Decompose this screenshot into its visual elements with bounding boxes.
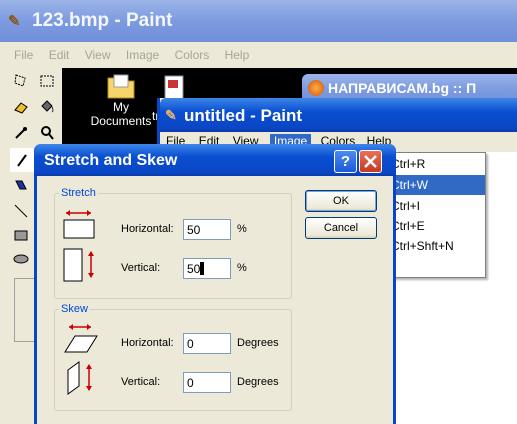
skew-vertical-field[interactable]: 0 — [183, 372, 231, 393]
airbrush-icon[interactable] — [10, 174, 32, 196]
menu-item-shortcut[interactable]: Ctrl+E — [391, 219, 425, 233]
skew-vertical-unit: Degrees — [237, 376, 279, 388]
close-button[interactable] — [359, 150, 382, 173]
skew-horizontal-label: Horizontal: — [121, 337, 174, 349]
paint-bg-title: 123.bmp - Paint — [32, 10, 173, 31]
stretch-horizontal-icon — [63, 208, 97, 243]
menu-colors[interactable]: Colors — [175, 48, 210, 62]
ellipse-icon[interactable] — [10, 248, 32, 270]
paint-bg-titlebar[interactable]: ✎ 123.bmp - Paint — [0, 0, 517, 42]
rectangle-icon[interactable] — [10, 224, 32, 246]
skew-vertical-label: Vertical: — [121, 376, 161, 388]
skew-vertical-icon — [65, 360, 105, 399]
folder-icon — [107, 74, 135, 99]
paint-bg-app-icon: ✎ — [8, 13, 21, 30]
menu-file[interactable]: File — [14, 48, 33, 62]
paint-fg-app-icon: ✎ — [165, 107, 177, 123]
skew-horizontal-icon — [63, 322, 99, 357]
stretch-skew-dialog: Stretch and Skew ? Stretch Horizontal: 5… — [34, 144, 396, 424]
menu-item-shortcut-highlighted[interactable]: Ctrl+W — [387, 175, 485, 195]
stretch-vertical-field[interactable]: 50 — [183, 258, 231, 279]
image-menu-dropdown: Ctrl+R Ctrl+W Ctrl+I Ctrl+E Ctrl+Shft+N — [386, 152, 486, 278]
menu-item-shortcut[interactable]: Ctrl+Shft+N — [391, 239, 454, 253]
paint-bg-menubar: File Edit View Image Colors Help — [14, 48, 261, 62]
skew-horizontal-field[interactable]: 0 — [183, 333, 231, 354]
dialog-title: Stretch and Skew — [44, 152, 178, 169]
text-cursor — [200, 262, 204, 275]
pencil-icon[interactable] — [10, 148, 34, 172]
desktop-my-documents[interactable]: My Documents — [86, 72, 156, 138]
fill-bucket-icon[interactable] — [36, 96, 58, 118]
browser-title: НАПРАВИСАМ.bg :: П — [328, 80, 477, 96]
menu-image[interactable]: Image — [126, 48, 159, 62]
line-icon[interactable] — [10, 200, 32, 222]
firefox-icon — [308, 80, 324, 96]
stretch-vertical-label: Vertical: — [121, 262, 161, 274]
menu-edit[interactable]: Edit — [49, 48, 70, 62]
menu-help[interactable]: Help — [225, 48, 250, 62]
skew-group-label: Skew — [59, 303, 90, 315]
skew-horizontal-unit: Degrees — [237, 337, 279, 349]
paint-fg-titlebar[interactable]: ✎ untitled - Paint — [160, 98, 517, 132]
rect-select-icon[interactable] — [36, 70, 58, 92]
stretch-group-label: Stretch — [59, 187, 98, 199]
help-button[interactable]: ? — [334, 150, 357, 173]
cancel-button[interactable]: Cancel — [305, 217, 377, 239]
stretch-horizontal-field[interactable]: 50 — [183, 219, 231, 240]
help-icon: ? — [340, 153, 351, 170]
dialog-titlebar[interactable]: Stretch and Skew ? — [34, 144, 396, 176]
stretch-horizontal-unit: % — [237, 223, 247, 235]
stretch-vertical-unit: % — [237, 262, 247, 274]
color-picker-icon[interactable] — [10, 122, 32, 144]
menu-view[interactable]: View — [85, 48, 111, 62]
eraser-icon[interactable] — [10, 96, 32, 118]
ok-button[interactable]: OK — [305, 190, 377, 212]
close-icon — [364, 155, 377, 168]
menu-item-shortcut[interactable]: Ctrl+R — [391, 157, 425, 171]
free-select-icon[interactable] — [10, 70, 32, 92]
paint-fg-title: untitled - Paint — [184, 106, 303, 125]
magnifier-icon[interactable] — [36, 122, 58, 144]
stretch-vertical-icon — [63, 247, 103, 286]
stretch-horizontal-label: Horizontal: — [121, 223, 174, 235]
my-documents-label: My Documents — [90, 100, 152, 128]
